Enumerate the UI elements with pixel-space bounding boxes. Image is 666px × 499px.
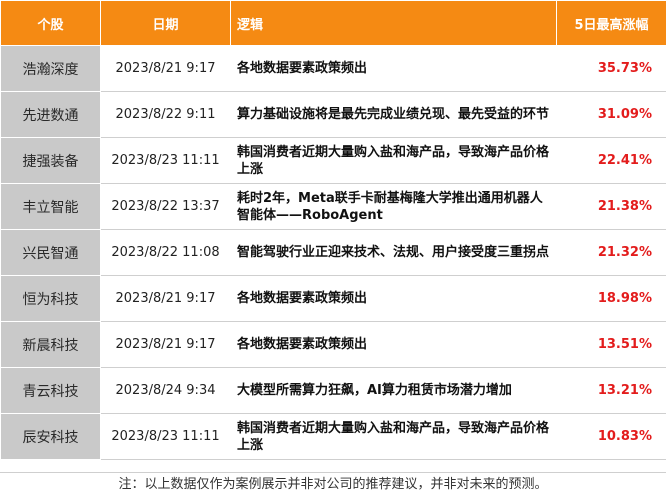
table-row: 兴民智通 2023/8/22 11:08 智能驾驶行业正迎来技术、法规、用户接受… bbox=[1, 230, 666, 276]
row-gain: 13.21% bbox=[557, 368, 666, 414]
footer-note: 注：以上数据仅作为案例展示并非对公司的推荐建议，并非对未来的预测。 bbox=[0, 472, 666, 499]
stock-name: 浩瀚深度 bbox=[1, 46, 101, 92]
stock-table: 个股 日期 逻辑 5日最高涨幅 浩瀚深度 2023/8/21 9:17 各地数据… bbox=[0, 0, 666, 460]
table-row: 浩瀚深度 2023/8/21 9:17 各地数据要素政策频出 35.73% bbox=[1, 46, 666, 92]
row-logic: 韩国消费者近期大量购入盐和海产品，导致海产品价格上涨 bbox=[231, 414, 557, 460]
row-date: 2023/8/23 11:11 bbox=[101, 138, 231, 184]
row-date: 2023/8/22 11:08 bbox=[101, 230, 231, 276]
header-gain: 5日最高涨幅 bbox=[557, 1, 666, 46]
row-date: 2023/8/22 9:11 bbox=[101, 92, 231, 138]
row-gain: 31.09% bbox=[557, 92, 666, 138]
row-logic: 各地数据要素政策频出 bbox=[231, 276, 557, 322]
stock-name: 青云科技 bbox=[1, 368, 101, 414]
row-gain: 35.73% bbox=[557, 46, 666, 92]
row-date: 2023/8/24 9:34 bbox=[101, 368, 231, 414]
header-date: 日期 bbox=[101, 1, 231, 46]
table-row: 丰立智能 2023/8/22 13:37 耗时2年，Meta联手卡耐基梅隆大学推… bbox=[1, 184, 666, 230]
row-gain: 22.41% bbox=[557, 138, 666, 184]
stock-name: 先进数通 bbox=[1, 92, 101, 138]
stock-table-page: 个股 日期 逻辑 5日最高涨幅 浩瀚深度 2023/8/21 9:17 各地数据… bbox=[0, 0, 666, 498]
row-logic: 大模型所需算力狂飙，AI算力租赁市场潜力增加 bbox=[231, 368, 557, 414]
row-logic: 各地数据要素政策频出 bbox=[231, 46, 557, 92]
row-logic: 耗时2年，Meta联手卡耐基梅隆大学推出通用机器人智能体——RoboAgent bbox=[231, 184, 557, 230]
table-header-row: 个股 日期 逻辑 5日最高涨幅 bbox=[1, 1, 666, 46]
stock-name: 辰安科技 bbox=[1, 414, 101, 460]
row-logic: 算力基础设施将是最先完成业绩兑现、最先受益的环节 bbox=[231, 92, 557, 138]
row-date: 2023/8/22 13:37 bbox=[101, 184, 231, 230]
row-gain: 10.83% bbox=[557, 414, 666, 460]
header-stock: 个股 bbox=[1, 1, 101, 46]
row-gain: 21.38% bbox=[557, 184, 666, 230]
row-logic: 各地数据要素政策频出 bbox=[231, 322, 557, 368]
table-row: 辰安科技 2023/8/23 11:11 韩国消费者近期大量购入盐和海产品，导致… bbox=[1, 414, 666, 460]
table-row: 先进数通 2023/8/22 9:11 算力基础设施将是最先完成业绩兑现、最先受… bbox=[1, 92, 666, 138]
stock-name: 兴民智通 bbox=[1, 230, 101, 276]
stock-name: 捷强装备 bbox=[1, 138, 101, 184]
header-logic: 逻辑 bbox=[231, 1, 557, 46]
row-gain: 18.98% bbox=[557, 276, 666, 322]
table-row: 捷强装备 2023/8/23 11:11 韩国消费者近期大量购入盐和海产品，导致… bbox=[1, 138, 666, 184]
stock-name: 恒为科技 bbox=[1, 276, 101, 322]
row-logic: 韩国消费者近期大量购入盐和海产品，导致海产品价格上涨 bbox=[231, 138, 557, 184]
table-row: 青云科技 2023/8/24 9:34 大模型所需算力狂飙，AI算力租赁市场潜力… bbox=[1, 368, 666, 414]
table-row: 新晨科技 2023/8/21 9:17 各地数据要素政策频出 13.51% bbox=[1, 322, 666, 368]
row-gain: 21.32% bbox=[557, 230, 666, 276]
row-date: 2023/8/21 9:17 bbox=[101, 46, 231, 92]
row-logic: 智能驾驶行业正迎来技术、法规、用户接受度三重拐点 bbox=[231, 230, 557, 276]
row-date: 2023/8/23 11:11 bbox=[101, 414, 231, 460]
row-date: 2023/8/21 9:17 bbox=[101, 322, 231, 368]
row-gain: 13.51% bbox=[557, 322, 666, 368]
stock-name: 丰立智能 bbox=[1, 184, 101, 230]
table-row: 恒为科技 2023/8/21 9:17 各地数据要素政策频出 18.98% bbox=[1, 276, 666, 322]
row-date: 2023/8/21 9:17 bbox=[101, 276, 231, 322]
stock-name: 新晨科技 bbox=[1, 322, 101, 368]
